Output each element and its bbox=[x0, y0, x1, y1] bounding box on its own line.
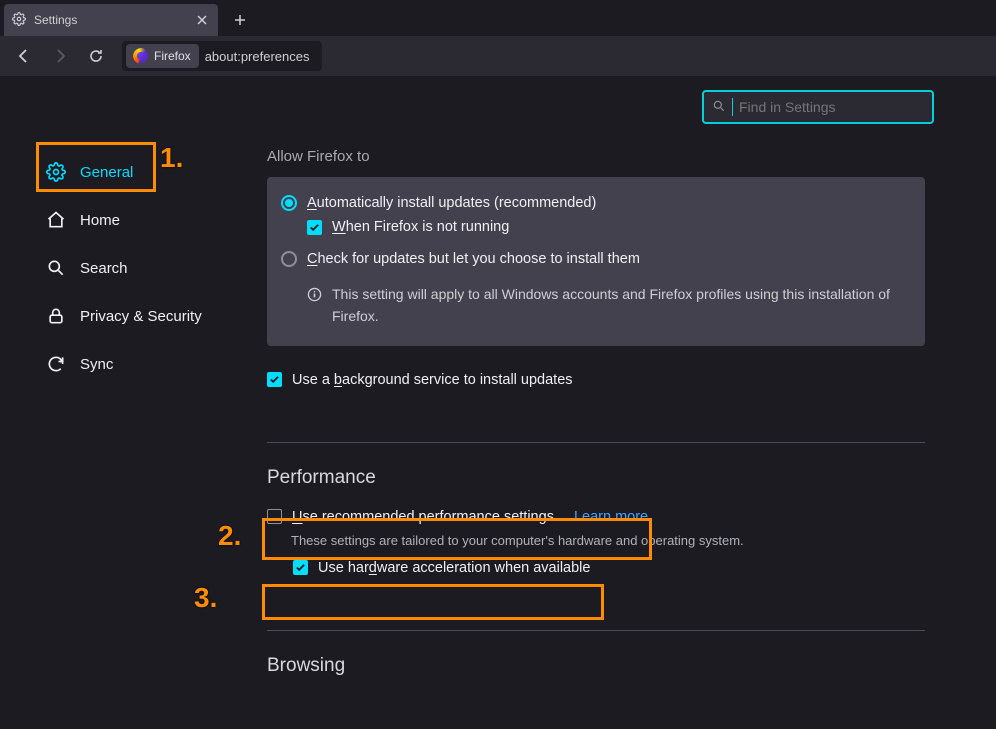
update-when-not-running-check[interactable]: When Firefox is not running bbox=[281, 219, 911, 235]
settings-search[interactable] bbox=[702, 90, 934, 124]
recommended-perf-check[interactable]: Use recommended performance settings Lea… bbox=[267, 509, 936, 525]
background-service-check[interactable]: Use a background service to install upda… bbox=[267, 372, 925, 388]
checkbox-icon bbox=[267, 372, 282, 387]
tab-close-button[interactable] bbox=[194, 12, 210, 28]
updates-heading-cutoff: Allow Firefox to bbox=[267, 148, 936, 165]
sync-icon bbox=[46, 354, 66, 374]
category-label: Search bbox=[80, 260, 128, 277]
learn-more-link[interactable]: Learn more bbox=[574, 509, 648, 525]
main-pane: Allow Firefox to Automatically install u… bbox=[235, 76, 996, 729]
update-auto-radio[interactable]: Automatically install updates (recommend… bbox=[281, 195, 911, 211]
category-general[interactable]: General bbox=[38, 152, 235, 192]
category-sync[interactable]: Sync bbox=[38, 344, 235, 384]
check-label: When Firefox is not running bbox=[332, 219, 509, 235]
section-divider bbox=[267, 630, 925, 631]
search-icon bbox=[712, 99, 726, 116]
info-text: This setting will apply to all Windows a… bbox=[332, 283, 911, 328]
hardware-accel-check[interactable]: Use hardware acceleration when available bbox=[267, 560, 936, 576]
radio-label: Check for updates but let you choose to … bbox=[307, 251, 640, 267]
tab-bar: Settings bbox=[0, 0, 996, 36]
preferences-content: General Home Search Privacy & Security S… bbox=[0, 76, 996, 729]
identity-box[interactable]: Firefox bbox=[126, 44, 199, 68]
settings-search-input[interactable] bbox=[739, 99, 924, 115]
category-privacy[interactable]: Privacy & Security bbox=[38, 296, 235, 336]
category-label: Sync bbox=[80, 356, 113, 373]
radio-icon bbox=[281, 195, 297, 211]
category-label: Home bbox=[80, 212, 120, 229]
radio-label: Automatically install updates (recommend… bbox=[307, 195, 596, 211]
updates-panel: Automatically install updates (recommend… bbox=[267, 177, 925, 346]
brand-label: Firefox bbox=[154, 49, 191, 63]
checkbox-icon bbox=[267, 509, 282, 524]
check-label: Use recommended performance settings bbox=[292, 509, 554, 525]
gear-icon bbox=[12, 12, 26, 29]
category-sidebar: General Home Search Privacy & Security S… bbox=[0, 76, 235, 729]
update-check-radio[interactable]: Check for updates but let you choose to … bbox=[281, 251, 911, 267]
category-label: Privacy & Security bbox=[80, 308, 202, 325]
url-bar[interactable]: Firefox about:preferences bbox=[122, 41, 322, 71]
reload-button[interactable] bbox=[80, 40, 112, 72]
browser-tab-settings[interactable]: Settings bbox=[4, 4, 218, 36]
tab-title: Settings bbox=[34, 13, 186, 27]
section-divider bbox=[267, 442, 925, 443]
new-tab-button[interactable] bbox=[226, 6, 254, 34]
text-caret bbox=[732, 98, 733, 116]
lock-icon bbox=[46, 306, 66, 326]
check-label: Use a background service to install upda… bbox=[292, 372, 573, 388]
gear-icon bbox=[46, 162, 66, 182]
category-home[interactable]: Home bbox=[38, 200, 235, 240]
home-icon bbox=[46, 210, 66, 230]
url-text: about:preferences bbox=[205, 49, 310, 64]
browsing-heading: Browsing bbox=[267, 655, 936, 677]
checkbox-icon bbox=[307, 220, 322, 235]
firefox-icon bbox=[134, 49, 148, 63]
forward-button[interactable] bbox=[44, 40, 76, 72]
radio-icon bbox=[281, 251, 297, 267]
nav-bar: Firefox about:preferences bbox=[0, 36, 996, 76]
category-label: General bbox=[80, 164, 133, 181]
info-icon bbox=[307, 286, 322, 328]
search-icon bbox=[46, 258, 66, 278]
category-search[interactable]: Search bbox=[38, 248, 235, 288]
performance-desc: These settings are tailored to your comp… bbox=[267, 533, 936, 548]
updates-info-row: This setting will apply to all Windows a… bbox=[281, 283, 911, 328]
performance-heading: Performance bbox=[267, 467, 936, 489]
checkbox-icon bbox=[293, 560, 308, 575]
back-button[interactable] bbox=[8, 40, 40, 72]
check-label: Use hardware acceleration when available bbox=[318, 560, 590, 576]
